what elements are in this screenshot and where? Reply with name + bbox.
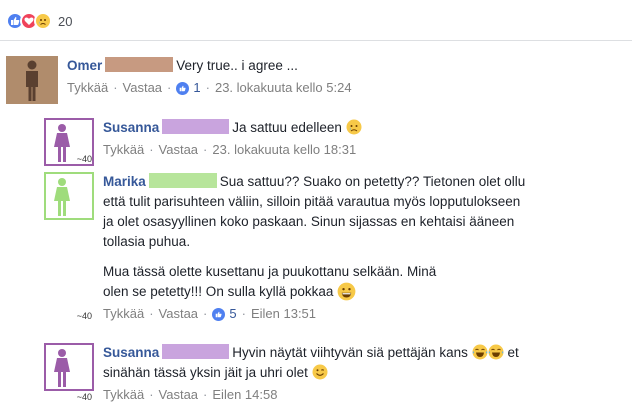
comment-actions: Tykkää · Vastaa · 23. lokakuuta kello 18… <box>103 141 362 159</box>
like-count-icon <box>212 307 226 321</box>
comment-text-line: Mua tässä olette kusettanu ja puukottanu… <box>103 264 437 279</box>
comment-text-suffix: et <box>507 345 519 360</box>
separator: · <box>149 387 154 402</box>
comment-actions: Tykkää · Vastaa · 1 · 23. lokakuuta kell… <box>67 79 352 97</box>
avatar[interactable]: ~40 <box>44 343 94 404</box>
like-button[interactable]: Tykkää <box>103 386 144 404</box>
reactions-count[interactable]: 20 <box>58 14 72 29</box>
separator: · <box>167 80 172 95</box>
redacted-name <box>162 344 230 359</box>
avatar[interactable]: ~40 <box>44 172 94 323</box>
comment: ~40 Susanna Ja sattuu edelleen Tykkää · V… <box>44 118 362 166</box>
avatar-label: ~40 <box>76 154 92 164</box>
comment-text-line: tollasia puhua. <box>103 234 191 249</box>
like-button[interactable]: Tykkää <box>103 305 144 323</box>
wink-emoji <box>312 364 328 380</box>
timestamp[interactable]: Eilen 14:58 <box>212 386 277 404</box>
comment-text-line: sinähän tässä yksin jäit ja uhri olet <box>103 365 308 380</box>
comment-text-line: Sua sattuu?? Suako on petetty?? Tietonen… <box>219 174 526 189</box>
separator: · <box>241 306 246 321</box>
comment-actions: Tykkää · Vastaa · 5 · Eilen 13:51 <box>103 305 525 323</box>
like-button[interactable]: Tykkää <box>67 79 108 97</box>
comment-text: Ja sattuu edelleen <box>232 120 342 135</box>
timestamp[interactable]: Eilen 13:51 <box>251 305 316 323</box>
author-name[interactable]: Susanna <box>103 120 159 135</box>
sad-icon <box>34 12 52 30</box>
comment-text-line: ja olet osasyyllinen koko paskaan. Sinun… <box>103 214 515 229</box>
comment-text-line: olen se petetty!!! On sulla kyllä pokkaa <box>103 284 334 299</box>
author-name[interactable]: Susanna <box>103 345 159 360</box>
laughing-emoji <box>488 344 504 360</box>
timestamp[interactable]: 23. lokakuuta kello 18:31 <box>212 141 356 159</box>
like-count[interactable]: 5 <box>229 305 236 323</box>
reply-button[interactable]: Vastaa <box>159 305 199 323</box>
reactions-summary[interactable]: 20 <box>6 8 72 34</box>
redacted-name <box>105 57 174 72</box>
separator: · <box>203 306 208 321</box>
avatar-label: ~40 <box>76 311 92 321</box>
grin-emoji <box>337 282 356 301</box>
comment: ~40 Marika Sua sattuu?? Suako on petetty?… <box>44 172 525 323</box>
redacted-name <box>162 119 230 134</box>
separator: · <box>149 142 154 157</box>
avatar[interactable] <box>6 56 58 104</box>
avatar-label: ~40 <box>76 392 92 402</box>
like-count-icon <box>176 81 190 95</box>
separator: · <box>113 80 118 95</box>
sad-emoji <box>346 119 362 135</box>
comment: Omer Very true.. i agree ... Tykkää · Vas… <box>6 56 352 104</box>
like-button[interactable]: Tykkää <box>103 141 144 159</box>
reply-button[interactable]: Vastaa <box>159 141 199 159</box>
comment: ~40 Susanna Hyvin näytät viihtyvän siä pe… <box>44 343 519 404</box>
redacted-name <box>148 173 217 188</box>
comment-text: Very true.. i agree ... <box>176 58 298 73</box>
timestamp[interactable]: 23. lokakuuta kello 5:24 <box>215 79 352 97</box>
reply-button[interactable]: Vastaa <box>123 79 163 97</box>
like-count[interactable]: 1 <box>193 79 200 97</box>
comment-text-line: Hyvin näytät viihtyvän siä pettäjän kans <box>232 345 468 360</box>
avatar[interactable]: ~40 <box>44 118 94 166</box>
comment-actions: Tykkää · Vastaa · Eilen 14:58 <box>103 386 519 404</box>
author-name[interactable]: Marika <box>103 174 146 189</box>
comment-body: Marika Sua sattuu?? Suako on petetty?? Ti… <box>103 172 525 323</box>
laughing-emoji <box>472 344 488 360</box>
comment-body: Susanna Ja sattuu edelleen Tykkää · Vasta… <box>103 118 362 166</box>
separator: · <box>149 306 154 321</box>
author-name[interactable]: Omer <box>67 58 102 73</box>
reply-button[interactable]: Vastaa <box>159 386 199 404</box>
divider <box>0 40 632 41</box>
separator: · <box>203 142 208 157</box>
separator: · <box>205 80 210 95</box>
comment-body: Omer Very true.. i agree ... Tykkää · Vas… <box>67 56 352 104</box>
comment-body: Susanna Hyvin näytät viihtyvän siä pettäj… <box>103 343 519 404</box>
separator: · <box>203 387 208 402</box>
comment-text-line: että tulit parisuhteen väliin, silloin p… <box>103 194 521 209</box>
